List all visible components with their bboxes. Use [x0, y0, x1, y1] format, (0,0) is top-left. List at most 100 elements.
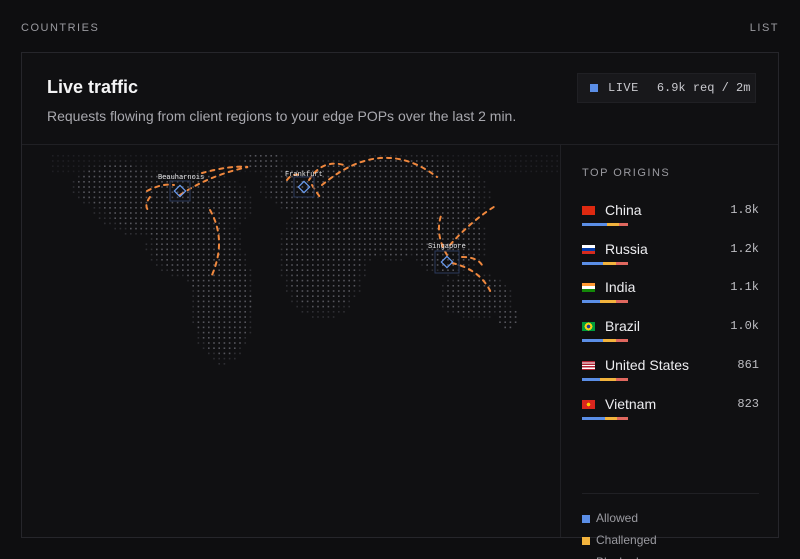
- map-dot: [234, 285, 236, 287]
- map-dot: [494, 290, 496, 292]
- map-dot: [67, 155, 70, 157]
- origin-row[interactable]: Brazil 1.0k: [582, 318, 759, 348]
- map-dot: [171, 186, 174, 188]
- map-dot: [280, 196, 283, 199]
- map-dot: [202, 238, 205, 240]
- map-dot: [348, 207, 350, 209]
- map-dot: [182, 155, 184, 157]
- map-dot: [234, 165, 236, 167]
- map-dot: [104, 186, 106, 188]
- map-dot: [140, 207, 142, 209]
- map-dot: [296, 222, 298, 225]
- map-dot: [119, 170, 122, 173]
- origin-row[interactable]: China 1.8k: [582, 202, 759, 232]
- map-dot: [301, 155, 304, 157]
- map-dot: [384, 160, 387, 162]
- map-dot: [239, 186, 241, 188]
- map-dot: [468, 191, 470, 193]
- origin-row[interactable]: United States 861: [582, 357, 759, 387]
- mix-segment: [616, 416, 628, 420]
- pop-beauharnois[interactable]: Beauharnois: [158, 174, 204, 202]
- tab-countries[interactable]: COUNTRIES: [21, 22, 99, 34]
- world-map[interactable]: Beauharnois Frankfurt Singapore: [22, 145, 560, 537]
- map-dot: [317, 212, 319, 214]
- map-dot: [488, 295, 491, 297]
- map-dot: [379, 160, 382, 162]
- map-dot: [166, 222, 168, 225]
- map-dot: [150, 160, 153, 162]
- map-dot: [488, 196, 491, 199]
- map-dot: [483, 274, 486, 277]
- map-dot: [353, 222, 356, 225]
- map-dot: [208, 264, 210, 266]
- map-dot: [416, 201, 418, 204]
- map-dot: [135, 170, 137, 173]
- origin-row[interactable]: Russia 1.2k: [582, 241, 759, 271]
- map-dot: [353, 191, 356, 193]
- map-dot: [327, 279, 330, 282]
- map-dot: [473, 316, 475, 318]
- map-dot: [114, 196, 116, 199]
- map-dot: [78, 196, 80, 199]
- map-dot: [306, 155, 309, 157]
- map-dot: [291, 279, 293, 282]
- map-dot: [171, 233, 174, 235]
- map-dot: [202, 311, 205, 313]
- map-dot: [436, 217, 439, 219]
- map-dot: [93, 175, 96, 178]
- map-dot: [535, 155, 538, 157]
- map-dot: [239, 342, 241, 344]
- map-dot: [223, 238, 226, 240]
- map-dot: [161, 201, 163, 204]
- map-dot: [379, 227, 382, 230]
- map-dot: [166, 259, 168, 261]
- map-dot: [509, 160, 512, 162]
- map-dot: [202, 165, 205, 167]
- map-dot: [462, 191, 465, 193]
- map-dot: [301, 248, 304, 251]
- map-dot: [509, 170, 512, 173]
- map-dot: [239, 207, 241, 209]
- pop-singapore[interactable]: Singapore: [428, 243, 466, 274]
- map-dot: [291, 155, 293, 157]
- map-dot: [208, 243, 210, 245]
- map-dot: [369, 248, 371, 251]
- map-dot: [197, 191, 200, 193]
- map-dot: [322, 290, 324, 292]
- tab-list[interactable]: LIST: [750, 22, 779, 34]
- map-dot: [213, 196, 215, 199]
- map-dot: [504, 321, 506, 323]
- origin-row[interactable]: Vietnam 823: [582, 396, 759, 426]
- map-dot: [244, 285, 246, 287]
- map-dot: [286, 196, 288, 199]
- map-dot: [473, 253, 475, 256]
- map-dot: [332, 181, 335, 183]
- map-dot: [384, 227, 387, 230]
- map-dot: [494, 305, 496, 308]
- map-dot: [421, 186, 423, 188]
- map-dot: [421, 243, 423, 245]
- map-dot: [150, 217, 153, 219]
- card-header: Live traffic Requests flowing from clien…: [22, 53, 778, 145]
- map-dot: [234, 316, 236, 318]
- map-dot: [332, 201, 335, 204]
- map-dot: [395, 259, 397, 261]
- map-dot: [109, 196, 111, 199]
- flag-ru-icon: [582, 244, 595, 254]
- map-dot: [447, 165, 449, 167]
- map-dot: [228, 207, 231, 209]
- map-dot: [327, 274, 330, 277]
- map-dot: [192, 274, 194, 277]
- map-dot: [358, 186, 361, 188]
- map-dot: [348, 300, 350, 303]
- map-dot: [161, 207, 163, 209]
- map-dot: [462, 233, 465, 235]
- map-dot: [322, 253, 324, 256]
- map-dot: [416, 160, 418, 162]
- map-dot: [140, 196, 142, 199]
- map-dot: [187, 222, 189, 225]
- map-dot: [483, 155, 486, 157]
- map-dot: [192, 253, 194, 256]
- origin-row[interactable]: India 1.1k: [582, 279, 759, 309]
- map-dot: [468, 201, 470, 204]
